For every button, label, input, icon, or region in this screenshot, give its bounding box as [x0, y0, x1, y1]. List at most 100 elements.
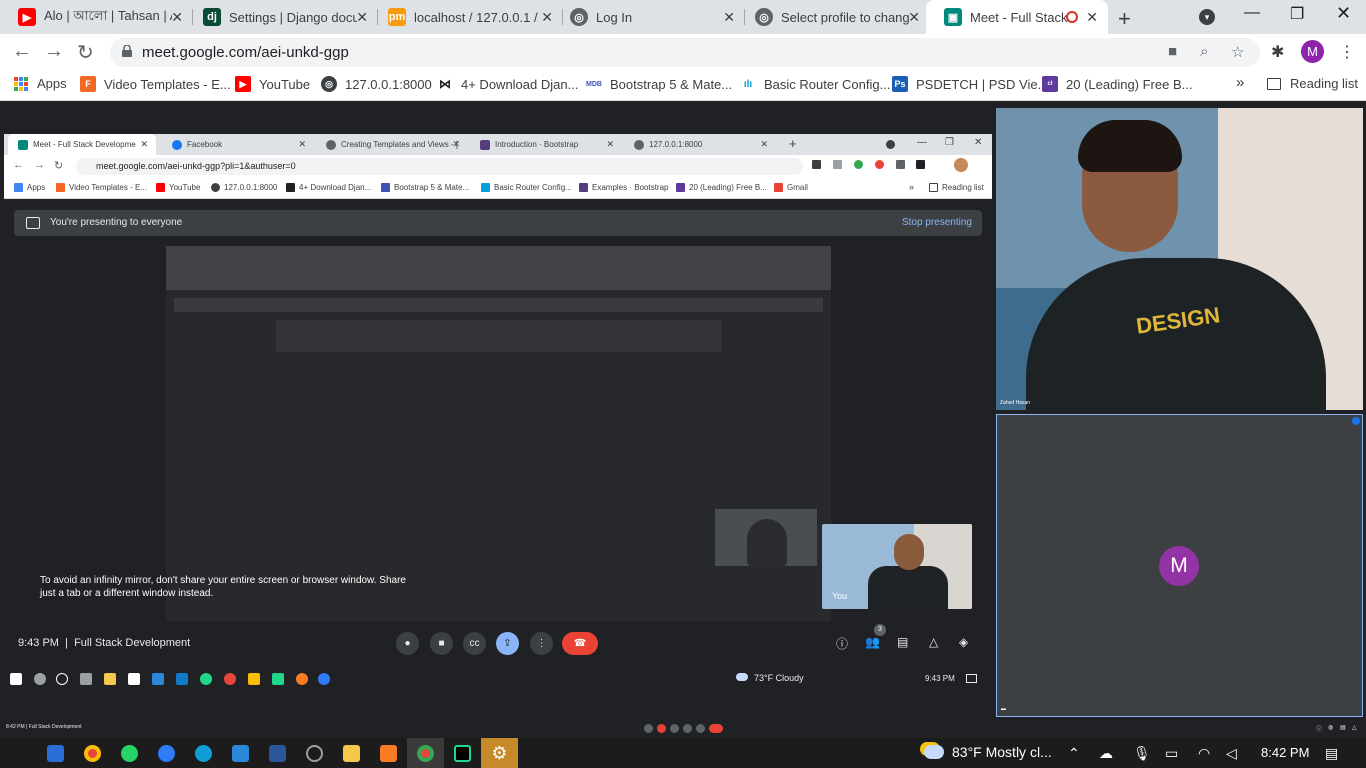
camera-icon[interactable]: ■	[1168, 43, 1177, 60]
shared-tab: Facebook ✕	[162, 134, 314, 155]
shared-bookmarks-bar: Apps Video Templates - E... YouTube 127.…	[4, 178, 992, 199]
taskbar-clock[interactable]: 8:42 PM	[1261, 745, 1309, 760]
close-icon[interactable]: ✕	[1086, 9, 1098, 26]
edge-app[interactable]	[185, 738, 222, 768]
microphone-icon[interactable]: ●	[396, 632, 419, 655]
show-hidden-icons[interactable]: ⌃	[1068, 745, 1080, 762]
apps-grid-icon	[14, 76, 28, 91]
file-explorer-app[interactable]	[333, 738, 370, 768]
mirror-video-tile	[715, 509, 817, 566]
activities-icon[interactable]: △	[929, 635, 938, 649]
shared-bookmark: 127.0.0.1:8000	[211, 183, 277, 192]
captions-icon	[670, 724, 679, 733]
bookmark-psdetch[interactable]: Ps PSDETCH | PSD Vie...	[892, 76, 1048, 92]
bookmark-youtube[interactable]: ▶ YouTube	[235, 76, 310, 92]
onedrive-error-icon[interactable]: ☁	[1099, 745, 1113, 762]
whatsapp-app[interactable]	[111, 738, 148, 768]
bowtie-icon: ⋈	[437, 76, 453, 92]
meet-icon: ▣	[944, 8, 962, 26]
close-icon[interactable]: ✕	[908, 9, 920, 26]
volume-icon[interactable]: ◁	[1226, 745, 1237, 762]
bookmark-star-icon[interactable]: ☆	[1231, 43, 1244, 61]
youtube-icon: ▶	[235, 76, 251, 92]
xampp-app[interactable]	[370, 738, 407, 768]
settings-app[interactable]: ⚙	[481, 738, 518, 768]
screen: ▶ Alo | আলো | Tahsan | A ✕ dj Settings |…	[0, 0, 1366, 768]
tab-select-profile[interactable]: ◎ Select profile to chang ✕	[737, 0, 930, 34]
captions-icon[interactable]: cc	[463, 632, 486, 655]
microphone-icon[interactable]: 🎙	[1133, 745, 1151, 762]
chrome-icon	[417, 744, 434, 762]
shared-bookmark: 4+ Download Djan...	[286, 183, 371, 192]
store-app[interactable]	[37, 738, 74, 768]
address-bar[interactable]: meet.google.com/aei-unkd-ggp ■ ⌕ ☆	[110, 38, 1260, 67]
bookmark-router-config[interactable]: ılı Basic Router Config...	[740, 76, 890, 92]
taskbar-weather[interactable]: 83°F Mostly cl...	[924, 744, 1052, 760]
profile-avatar[interactable]: M	[1301, 40, 1324, 63]
snipping-app[interactable]	[296, 738, 333, 768]
tab-meet[interactable]: ▣ Meet - Full Stack D ✕	[926, 0, 1108, 34]
reload-icon[interactable]: ↻	[77, 40, 94, 65]
minimize-icon[interactable]: —	[1244, 4, 1260, 22]
meeting-details-icon[interactable]: ⓘ	[836, 635, 848, 652]
stop-presenting-button[interactable]: Stop presenting	[902, 217, 972, 228]
pycharm-app[interactable]	[444, 738, 481, 768]
leave-call-button[interactable]: ☎	[562, 632, 598, 655]
tab-youtube[interactable]: ▶ Alo | আলো | Tahsan | A ✕	[0, 0, 193, 34]
shared-tab: Creating Templates and Views - [✕	[316, 134, 468, 155]
bookmark-colorlib[interactable]: cl 20 (Leading) Free B...	[1042, 76, 1192, 92]
bookmark-video-templates[interactable]: F Video Templates - E...	[80, 76, 231, 92]
chrome-app-active[interactable]	[407, 738, 444, 768]
tab-search-icon[interactable]: ▾	[1199, 9, 1215, 25]
present-now-icon[interactable]: ⇪	[496, 632, 519, 655]
shared-bookmark: Gmail	[774, 183, 808, 192]
self-view-tile[interactable]: You	[822, 524, 972, 609]
more-bookmarks-icon[interactable]: »	[1236, 74, 1244, 91]
close-icon[interactable]: ✕	[723, 9, 735, 26]
people-icon[interactable]: 👥	[865, 635, 880, 649]
participant-video-tile[interactable]: DESIGN Zahed Hasan	[996, 108, 1363, 410]
more-options-icon[interactable]: ⋮	[530, 632, 553, 655]
zoom-icon[interactable]: ⌕	[1200, 43, 1208, 60]
close-window-icon[interactable]: ✕	[1336, 3, 1351, 24]
participant-avatar: M	[1159, 546, 1199, 586]
host-controls-icon[interactable]: ◈	[959, 635, 968, 649]
tab-login[interactable]: ◎ Log In ✕	[552, 0, 745, 34]
bookmark-label: Apps	[37, 76, 67, 91]
back-icon[interactable]: ←	[12, 40, 32, 63]
reading-list-button[interactable]: Reading list	[1267, 76, 1358, 91]
cloud-icon	[736, 673, 748, 681]
mail-app[interactable]	[222, 738, 259, 768]
more-options-icon[interactable]	[1352, 417, 1360, 425]
tab-django-settings[interactable]: dj Settings | Django docu ✕	[185, 0, 378, 34]
bookmark-download-django[interactable]: ⋈ 4+ Download Djan...	[437, 76, 578, 92]
bookmark-localhost[interactable]: ◎ 127.0.0.1:8000	[321, 76, 432, 92]
colorlib-icon	[676, 183, 685, 192]
colorlib-icon: cl	[1042, 76, 1058, 92]
bookmark-apps[interactable]: Apps	[14, 76, 67, 91]
bookmark-bootstrap-mdb[interactable]: MDB Bootstrap 5 & Mate...	[586, 76, 732, 92]
tab-phpmyadmin[interactable]: pm localhost / 127.0.0.1 / l ✕	[370, 0, 563, 34]
wifi-icon[interactable]: ◠	[1198, 745, 1210, 762]
store-icon	[47, 744, 64, 762]
shared-bookmark: 20 (Leading) Free B...	[676, 183, 767, 192]
meet-bottom-text: 8:42 PM | Full Stack Development	[6, 724, 82, 730]
close-icon[interactable]: ✕	[171, 9, 183, 26]
chrome-app[interactable]	[74, 738, 111, 768]
action-center-icon[interactable]: ▤	[1325, 745, 1338, 762]
battery-icon[interactable]: ▭	[1165, 745, 1178, 762]
participant-avatar-tile[interactable]: M ▬	[996, 414, 1363, 717]
chat-icon[interactable]: ▤	[897, 635, 908, 649]
camera-icon[interactable]: ■	[430, 632, 453, 655]
word-app[interactable]	[259, 738, 296, 768]
new-tab-button[interactable]: +	[1118, 6, 1131, 32]
messenger-app[interactable]	[148, 738, 185, 768]
extensions-icon[interactable]: ✱	[1271, 42, 1284, 62]
menu-icon[interactable]: ⋮	[1339, 42, 1355, 62]
participant-person	[1078, 120, 1182, 172]
close-icon[interactable]: ✕	[356, 9, 368, 26]
forward-icon[interactable]: →	[44, 40, 64, 63]
bookmark-label: Bootstrap 5 & Mate...	[610, 76, 733, 92]
messenger-icon	[318, 673, 330, 685]
restore-icon[interactable]: ❐	[1290, 4, 1304, 24]
